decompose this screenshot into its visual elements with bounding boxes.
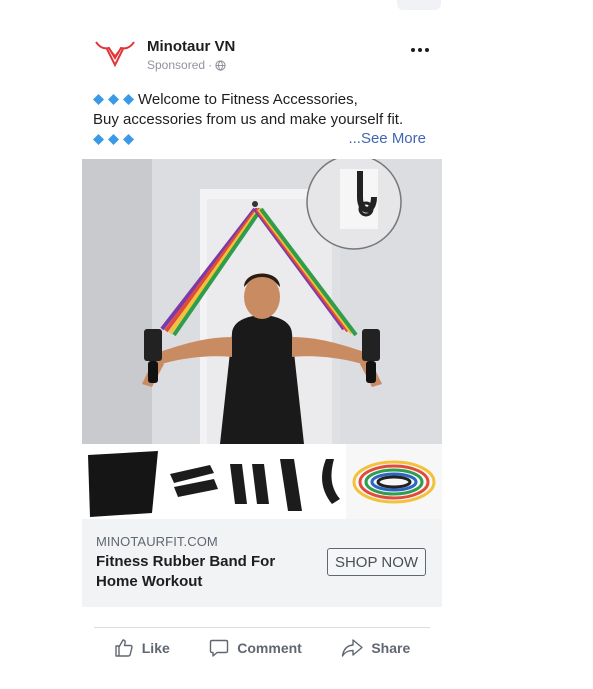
link-domain: MINOTAURFIT.COM — [96, 534, 218, 549]
link-title[interactable]: Fitness Rubber Band For Home Workout — [96, 552, 296, 592]
like-button[interactable]: Like — [114, 638, 170, 658]
truncated-description — [96, 592, 226, 598]
anchor-closeup — [306, 159, 402, 250]
comment-button[interactable]: Comment — [209, 638, 302, 658]
post-meta: Sponsored · — [147, 58, 226, 72]
diamond-icon — [93, 94, 104, 105]
comment-label: Comment — [237, 640, 302, 656]
ad-image[interactable] — [82, 159, 442, 519]
shop-now-button[interactable]: SHOP NOW — [327, 548, 426, 576]
more-options-button[interactable] — [408, 40, 432, 60]
more-icon — [411, 48, 415, 52]
see-more-link[interactable]: ...See More — [348, 130, 426, 147]
author-name[interactable]: Minotaur VN — [147, 38, 235, 55]
diamond-icon — [123, 134, 134, 145]
comment-icon — [210, 639, 229, 657]
share-label: Share — [371, 640, 411, 656]
globe-icon — [215, 59, 226, 71]
post-header: Minotaur VN Sponsored · — [82, 28, 442, 78]
carry-bag — [88, 451, 158, 517]
diamond-icon — [93, 134, 104, 145]
diamond-icon — [123, 94, 134, 105]
meta-separator: · — [208, 58, 213, 72]
sponsored-label[interactable]: Sponsored — [147, 58, 205, 72]
post-text-line2: Buy accessories from us and make yoursel… — [93, 111, 404, 128]
post-text-line1: Welcome to Fitness Accessories, — [138, 91, 358, 108]
minotaur-logo[interactable] — [93, 36, 137, 68]
share-button[interactable]: Share — [341, 638, 410, 658]
top-edge-chip — [397, 0, 441, 10]
share-icon — [342, 639, 364, 657]
actions-divider — [94, 627, 430, 628]
diamond-icon — [108, 94, 119, 105]
diamond-icon — [108, 134, 119, 145]
like-label: Like — [141, 640, 170, 656]
link-preview[interactable]: MINOTAURFIT.COM Fitness Rubber Band For … — [82, 519, 442, 607]
post-actions: Like Comment Share — [94, 632, 430, 664]
like-icon — [115, 639, 133, 657]
